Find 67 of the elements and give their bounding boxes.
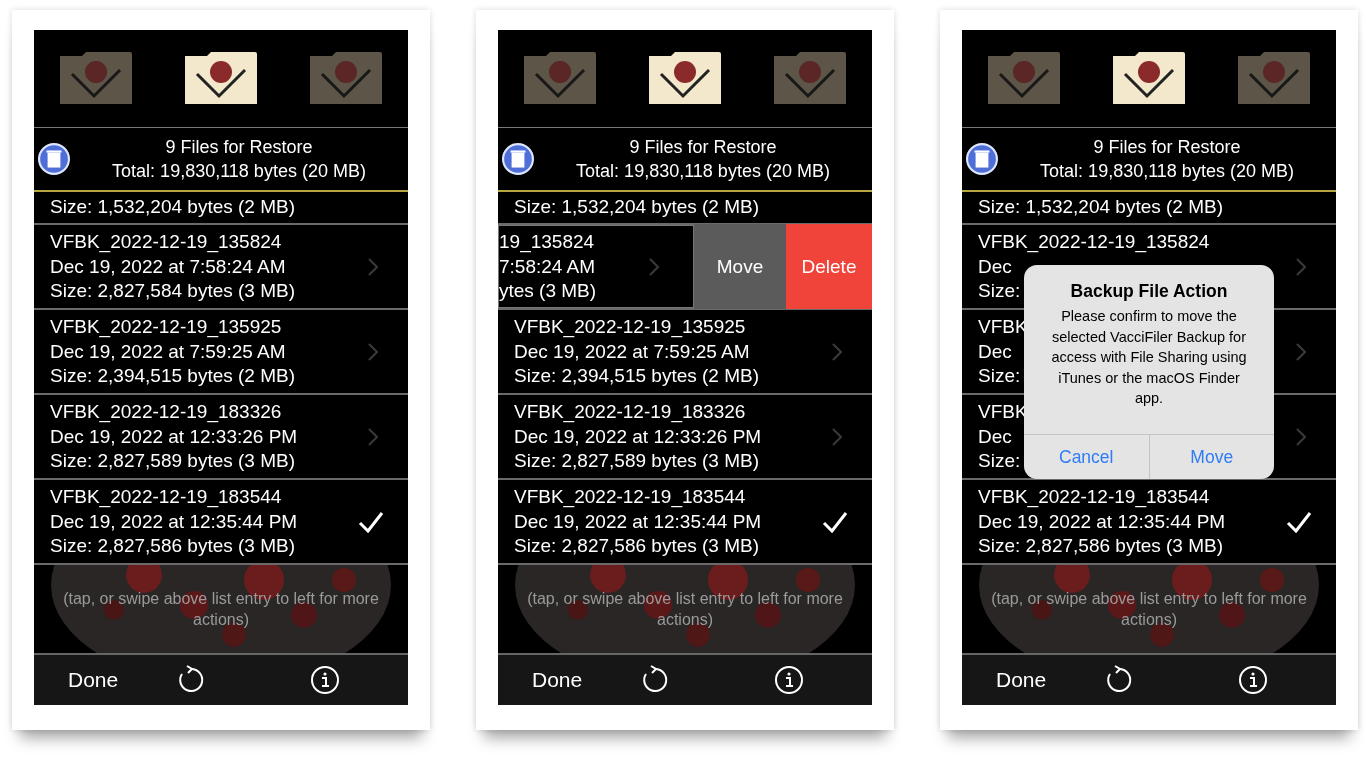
file-row[interactable]: VFBK_2022-12-19_183326 Dec 19, 2022 at 12:33:26 PM Size: 2,827,589 bytes (3 MB)	[498, 395, 872, 481]
total-size: Total: 19,830,118 bytes (20 MB)	[1040, 159, 1294, 183]
file-detail: Dec 19, 2022 at 7:59:25 AM	[50, 339, 286, 364]
file-detail: Dec 19, 2022 at 12:35:44 PM	[514, 509, 762, 534]
trash-icon[interactable]	[966, 142, 998, 175]
file-row[interactable]: VFBK_2022-12-19_135925 Dec 19, 2022 at 7:59:25 AM Size: 2,394,515 bytes (2 MB)	[498, 310, 872, 396]
info-icon[interactable]	[774, 665, 805, 696]
file-detail: Size: 2,394,515 bytes (2 MB)	[514, 364, 759, 389]
hint-text: (tap, or swipe above list entry to left for more actions)	[526, 589, 844, 631]
list-title: 9 Files for Restore	[1093, 135, 1241, 159]
total-size: Total: 19,830,118 bytes (20 MB)	[112, 159, 366, 183]
file-size: Size: 1,532,204 bytes (2 MB)	[978, 196, 1223, 219]
file-detail: VFBK	[978, 400, 1028, 425]
file-detail: Size:	[978, 449, 1021, 474]
file-detail: VFBK_2022-12-19_183544	[978, 485, 1210, 510]
file-detail: Size: 2,827,589 bytes (3 MB)	[50, 449, 295, 474]
file-row[interactable]: VFBK_2022-12-19_183326 Dec 19, 2022 at 12:33:26 PM Size: 2,827,589 bytes (3 MB)	[34, 395, 408, 481]
file-detail: Dec 19, 2022 at 12:35:44 PM	[50, 509, 298, 534]
file-detail: VFBK_2022-12-19_183544	[514, 485, 746, 510]
file-size: Size: 1,532,204 bytes (2 MB)	[514, 196, 759, 219]
file-size: Size: 1,532,204 bytes (2 MB)	[50, 196, 295, 219]
list-title: 9 Files for Restore	[629, 135, 777, 159]
file-detail: Dec	[978, 254, 1012, 279]
file-detail: VFBK_2022-12-19_183326	[50, 400, 282, 425]
trash-icon[interactable]	[502, 142, 534, 175]
file-detail: VFBK_2022-12-19_135925	[514, 315, 746, 340]
file-detail: Dec 19, 2022 at 12:33:26 PM	[50, 424, 298, 449]
swipe-action-button[interactable]: Move	[694, 224, 786, 310]
file-detail: Size: 2,827,586 bytes (3 MB)	[50, 534, 295, 559]
file-detail: Size: 2,827,589 bytes (3 MB)	[514, 449, 759, 474]
file-detail: Dec 19, 2022 at 12:33:26 PM	[514, 424, 762, 449]
trash-icon[interactable]	[38, 142, 70, 175]
dialog-message: Please confirm to move the selected VacciFiler Backup for access with File Sharing using iTunes or the macOS Finder app.	[1050, 307, 1248, 409]
file-detail: Dec 19, 2022 at 12:35:44 PM	[978, 509, 1226, 534]
file-detail: Size: 2,827,586 bytes (3 MB)	[514, 534, 759, 559]
hint-text: (tap, or swipe above list entry to left for more actions)	[62, 589, 380, 631]
file-row[interactable]: 19_135824 7:58:24 AM ytes (3 MB)	[498, 225, 694, 309]
file-detail: Dec 19, 2022 at 7:59:25 AM	[514, 339, 750, 364]
info-icon[interactable]	[310, 665, 341, 696]
file-detail: Size: 2,394,515 bytes (2 MB)	[50, 364, 295, 389]
file-detail: VFBK_2022-12-19_135824	[50, 230, 282, 255]
file-row[interactable]: VFBK_2022-12-19_135925 Dec 19, 2022 at 7:59:25 AM Size: 2,394,515 bytes (2 MB)	[34, 310, 408, 396]
file-detail: Dec	[978, 339, 1012, 364]
file-detail: Size: 2,827,584 bytes (3 MB)	[50, 279, 295, 304]
list-title: 9 Files for Restore	[165, 135, 313, 159]
swipe-action-button[interactable]: Delete	[786, 224, 872, 310]
file-detail: ytes (3 MB)	[499, 279, 597, 304]
file-row[interactable]: VFBK_2022-12-19_135824 Dec 19, 2022 at 7:58:24 AM Size: 2,827,584 bytes (3 MB)	[34, 225, 408, 311]
file-detail: 19_135824	[499, 230, 595, 255]
info-icon[interactable]	[1238, 665, 1269, 696]
hint-text: (tap, or swipe above list entry to left for more actions)	[990, 589, 1308, 631]
file-detail: 7:58:24 AM	[499, 254, 596, 279]
file-detail: VFBK_2022-12-19_135925	[50, 315, 282, 340]
done-button[interactable]: Done	[996, 668, 1047, 693]
file-detail: Size:	[978, 279, 1021, 304]
file-detail: Dec	[978, 424, 1012, 449]
file-detail: VFBK	[978, 315, 1028, 340]
done-button[interactable]: Done	[532, 668, 583, 693]
file-detail: Size:	[978, 364, 1021, 389]
file-detail: VFBK_2022-12-19_183544	[50, 485, 282, 510]
dialog-title: Backup File Action	[1070, 281, 1228, 303]
file-detail: VFBK_2022-12-19_135824	[978, 230, 1210, 255]
file-detail: Dec 19, 2022 at 7:58:24 AM	[50, 254, 286, 279]
total-size: Total: 19,830,118 bytes (20 MB)	[576, 159, 830, 183]
done-button[interactable]: Done	[68, 668, 119, 693]
file-detail: VFBK_2022-12-19_183326	[514, 400, 746, 425]
file-detail: Size: 2,827,586 bytes (3 MB)	[978, 534, 1223, 559]
